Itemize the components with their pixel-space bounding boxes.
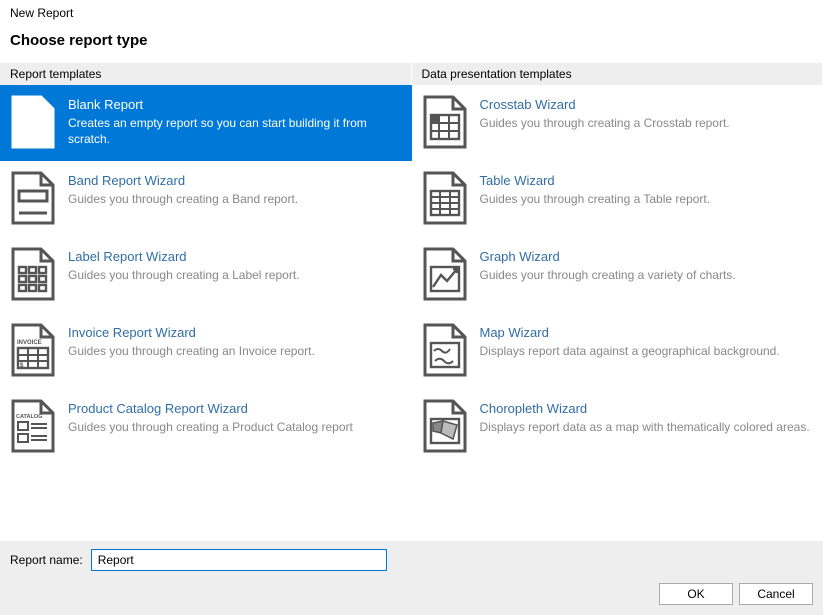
template-catalog-report[interactable]: CATALOG Product Catalog Report Wizard Gu… [0,389,412,465]
template-invoice-report[interactable]: INVOICE $ Invoice Report Wizard Guides y… [0,313,412,389]
report-name-label: Report name: [10,553,83,567]
invoice-report-icon: INVOICE $ [10,323,56,379]
window-title: New Report [0,0,823,24]
ok-button[interactable]: OK [659,583,733,605]
template-title: Label Report Wizard [68,249,400,264]
template-band-report[interactable]: Band Report Wizard Guides you through cr… [0,161,412,237]
blank-report-icon [10,95,56,151]
svg-text:INVOICE: INVOICE [17,340,42,346]
template-title: Product Catalog Report Wizard [68,401,400,416]
data-presentation-header: Data presentation templates [412,63,823,85]
template-map[interactable]: Map Wizard Displays report data against … [412,313,823,389]
template-desc: Guides you through creating a Table repo… [480,191,812,207]
template-choropleth[interactable]: Choropleth Wizard Displays report data a… [412,389,823,465]
choropleth-icon [422,399,468,455]
crosstab-icon [422,95,468,151]
report-templates-header: Report templates [0,63,412,85]
template-crosstab[interactable]: Crosstab Wizard Guides you through creat… [412,85,823,161]
cancel-button[interactable]: Cancel [739,583,813,605]
template-title: Band Report Wizard [68,173,400,188]
template-desc: Displays report data as a map with thema… [480,419,812,435]
label-report-icon [10,247,56,303]
template-title: Choropleth Wizard [480,401,812,416]
footer-panel: Report name: OK Cancel [0,541,823,615]
report-templates-list: Blank Report Creates an empty report so … [0,85,412,465]
data-presentation-list: Crosstab Wizard Guides you through creat… [412,85,823,465]
template-table[interactable]: Table Wizard Guides you through creating… [412,161,823,237]
template-title: Table Wizard [480,173,812,188]
template-desc: Guides your through creating a variety o… [480,267,812,283]
template-desc: Guides you through creating a Product Ca… [68,419,400,435]
template-title: Graph Wizard [480,249,812,264]
template-desc: Creates an empty report so you can start… [68,115,400,147]
graph-icon [422,247,468,303]
report-name-input[interactable] [91,549,387,571]
template-desc: Displays report data against a geographi… [480,343,812,359]
template-blank-report[interactable]: Blank Report Creates an empty report so … [0,85,412,161]
template-title: Map Wizard [480,325,812,340]
catalog-report-icon: CATALOG [10,399,56,455]
template-title: Blank Report [68,97,400,112]
template-label-report[interactable]: Label Report Wizard Guides you through c… [0,237,412,313]
template-desc: Guides you through creating a Crosstab r… [480,115,812,131]
template-graph[interactable]: Graph Wizard Guides your through creatin… [412,237,823,313]
template-title: Crosstab Wizard [480,97,812,112]
page-title: Choose report type [0,24,823,63]
template-desc: Guides you through creating a Label repo… [68,267,400,283]
report-templates-column: Report templates Blank Report Creates an… [0,63,412,465]
svg-text:CATALOG: CATALOG [16,414,42,420]
table-icon [422,171,468,227]
map-icon [422,323,468,379]
band-report-icon [10,171,56,227]
data-presentation-column: Data presentation templates [412,63,823,465]
template-desc: Guides you through creating a Band repor… [68,191,400,207]
template-columns: Report templates Blank Report Creates an… [0,63,823,465]
template-desc: Guides you through creating an Invoice r… [68,343,400,359]
template-title: Invoice Report Wizard [68,325,400,340]
